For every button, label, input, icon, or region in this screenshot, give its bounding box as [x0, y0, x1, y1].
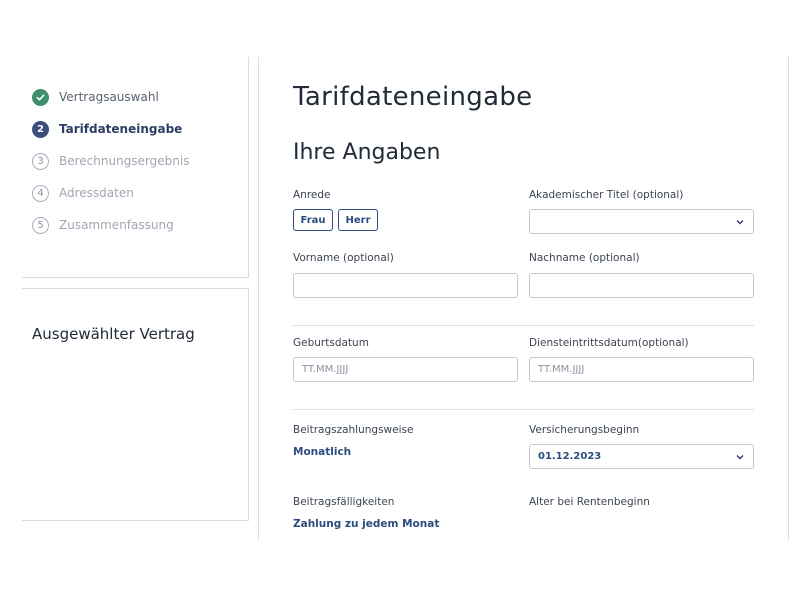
vorname-label: Vorname (optional) — [293, 252, 394, 264]
selected-contract-title: Ausgewählter Vertrag — [32, 325, 195, 343]
content-divider — [258, 57, 259, 540]
step-number: 5 — [32, 216, 49, 234]
faelligkeiten-label: Beitragsfälligkeiten — [293, 496, 395, 508]
vorname-input[interactable] — [293, 273, 518, 298]
step-berechnungsergebnis[interactable]: 3 Berechnungsergebnis — [32, 151, 189, 171]
section-divider — [293, 409, 754, 410]
anrede-label: Anrede — [293, 189, 331, 201]
check-icon — [32, 88, 49, 106]
section-title: Ihre Angaben — [293, 140, 441, 165]
step-label: Adressdaten — [59, 186, 134, 200]
nachname-label: Nachname (optional) — [529, 252, 640, 264]
diensteintritt-label: Diensteintrittsdatum(optional) — [529, 337, 689, 349]
step-number: 4 — [32, 184, 49, 202]
anrede-frau-button[interactable]: Frau — [293, 209, 333, 231]
chevron-down-icon — [735, 217, 745, 227]
akad-titel-label: Akademischer Titel (optional) — [529, 189, 684, 201]
zahlungsweise-value: Monatlich — [293, 446, 352, 458]
step-zusammenfassung[interactable]: 5 Zusammenfassung — [32, 215, 174, 235]
step-label: Tarifdateneingabe — [59, 122, 183, 136]
step-label: Zusammenfassung — [59, 218, 174, 232]
step-number: 3 — [32, 152, 49, 170]
step-adressdaten[interactable]: 4 Adressdaten — [32, 183, 134, 203]
page-title: Tarifdateneingabe — [293, 82, 533, 112]
faelligkeiten-value: Zahlung zu jedem Monat — [293, 518, 440, 530]
step-number: 2 — [32, 120, 49, 138]
section-divider — [293, 325, 754, 326]
anrede-herr-button[interactable]: Herr — [338, 209, 378, 231]
content-divider — [788, 57, 789, 540]
chevron-down-icon — [735, 452, 745, 462]
alter-rentenbeginn-label: Alter bei Rentenbeginn — [529, 496, 650, 508]
geburtsdatum-label: Geburtsdatum — [293, 337, 369, 349]
step-tarifdateneingabe[interactable]: 2 Tarifdateneingabe — [32, 119, 182, 139]
progress-steps: Vertragsauswahl 2 Tarifdateneingabe 3 Be… — [22, 57, 249, 278]
geburtsdatum-input[interactable] — [293, 357, 518, 382]
zahlungsweise-label: Beitragszahlungsweise — [293, 424, 414, 436]
nachname-input[interactable] — [529, 273, 754, 298]
step-vertragsauswahl[interactable]: Vertragsauswahl — [32, 87, 159, 107]
selected-contract-panel: Ausgewählter Vertrag — [22, 288, 249, 521]
step-label: Vertragsauswahl — [59, 90, 159, 104]
versicherungsbeginn-value: 01.12.2023 — [538, 451, 602, 462]
versicherungsbeginn-select[interactable]: 01.12.2023 — [529, 444, 754, 469]
diensteintritt-input[interactable] — [529, 357, 754, 382]
step-label: Berechnungsergebnis — [59, 154, 190, 168]
versicherungsbeginn-label: Versicherungsbeginn — [529, 424, 640, 436]
akad-titel-select[interactable] — [529, 209, 754, 234]
